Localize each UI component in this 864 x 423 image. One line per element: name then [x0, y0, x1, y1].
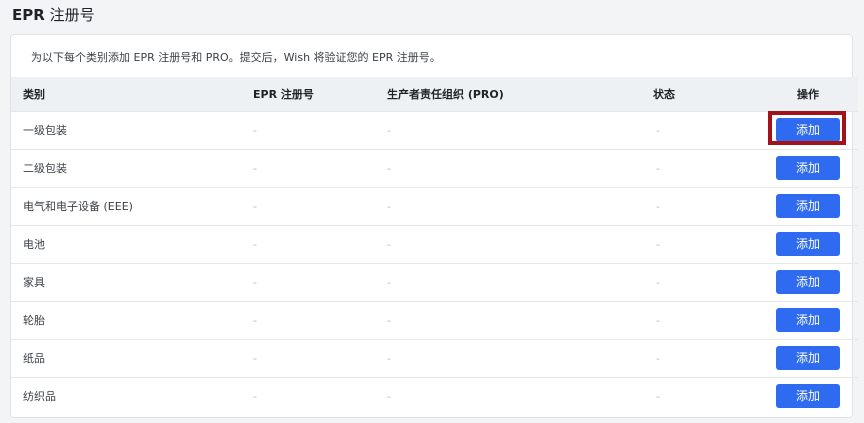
cell-category: 电气和电子设备 (EEE)	[23, 200, 133, 213]
table-row: 电气和电子设备 (EEE) - - - 添加	[11, 187, 858, 225]
cell-status: -	[656, 237, 660, 251]
table-row: 家具 - - - 添加	[11, 263, 858, 301]
add-button[interactable]: 添加	[776, 346, 840, 370]
cell-pro: -	[387, 123, 391, 137]
cell-epr: -	[253, 237, 257, 251]
cell-action: 添加	[758, 339, 858, 377]
cell-epr: -	[253, 313, 257, 327]
add-button[interactable]: 添加	[776, 156, 840, 180]
cell-pro: -	[387, 275, 391, 289]
cell-action: 添加	[758, 149, 858, 187]
cell-category: 电池	[23, 238, 45, 251]
header-category: 类别	[23, 87, 45, 101]
cell-epr: -	[253, 275, 257, 289]
table-row: 纺织品 - - - 添加	[11, 377, 858, 415]
table-row: 一级包装 - - - 添加	[11, 111, 858, 149]
cell-category: 二级包装	[23, 162, 67, 175]
cell-action: 添加	[758, 301, 858, 339]
cell-status: -	[656, 351, 660, 365]
cell-action: 添加	[758, 225, 858, 263]
cell-pro: -	[387, 351, 391, 365]
epr-table: 类别 EPR 注册号 生产者责任组织 (PRO) 状态 操作 一级包装 - - …	[11, 77, 858, 415]
cell-status: -	[656, 275, 660, 289]
cell-action: 添加	[758, 263, 858, 301]
header-pro: 生产者责任组织 (PRO)	[387, 87, 504, 101]
header-status: 状态	[653, 87, 675, 101]
cell-status: -	[656, 199, 660, 213]
add-button[interactable]: 添加	[768, 111, 846, 145]
cell-action: 添加	[758, 187, 858, 225]
cell-action: 添加	[758, 377, 858, 415]
header-action: 操作	[797, 87, 819, 101]
table-row: 电池 - - - 添加	[11, 225, 858, 263]
cell-pro: -	[387, 237, 391, 251]
cell-category: 纸品	[23, 352, 45, 365]
cell-epr: -	[253, 161, 257, 175]
table-row: 二级包装 - - - 添加	[11, 149, 858, 187]
cell-status: -	[656, 313, 660, 327]
cell-pro: -	[387, 389, 391, 403]
add-button[interactable]: 添加	[776, 232, 840, 256]
page-title-bold: EPR	[12, 6, 45, 24]
cell-epr: -	[253, 123, 257, 137]
add-button[interactable]: 添加	[776, 194, 840, 218]
cell-category: 家具	[23, 276, 45, 289]
page-title: EPR 注册号	[12, 5, 95, 25]
cell-status: -	[656, 161, 660, 175]
epr-card: 为以下每个类别添加 EPR 注册号和 PRO。提交后，Wish 将验证您的 EP…	[10, 34, 858, 418]
cell-category: 轮胎	[23, 314, 45, 327]
table-row: 纸品 - - - 添加	[11, 339, 858, 377]
cell-epr: -	[253, 351, 257, 365]
add-button[interactable]: 添加	[776, 308, 840, 332]
header-epr: EPR 注册号	[253, 87, 314, 101]
intro-text: 为以下每个类别添加 EPR 注册号和 PRO。提交后，Wish 将验证您的 EP…	[31, 51, 441, 64]
cell-pro: -	[387, 199, 391, 213]
add-button[interactable]: 添加	[776, 384, 840, 409]
cell-status: -	[656, 389, 660, 403]
cell-epr: -	[253, 389, 257, 403]
cell-pro: -	[387, 161, 391, 175]
cell-category: 纺织品	[23, 390, 56, 404]
cell-action: 添加	[758, 111, 858, 149]
cell-pro: -	[387, 313, 391, 327]
add-button[interactable]: 添加	[776, 270, 840, 294]
cell-category: 一级包装	[23, 124, 67, 137]
table-header-row: 类别 EPR 注册号 生产者责任组织 (PRO) 状态 操作	[11, 77, 858, 111]
add-button-label: 添加	[795, 123, 820, 137]
cell-epr: -	[253, 199, 257, 213]
page-title-rest: 注册号	[44, 6, 95, 24]
table-row: 轮胎 - - - 添加	[11, 301, 858, 339]
cell-status: -	[656, 123, 660, 137]
